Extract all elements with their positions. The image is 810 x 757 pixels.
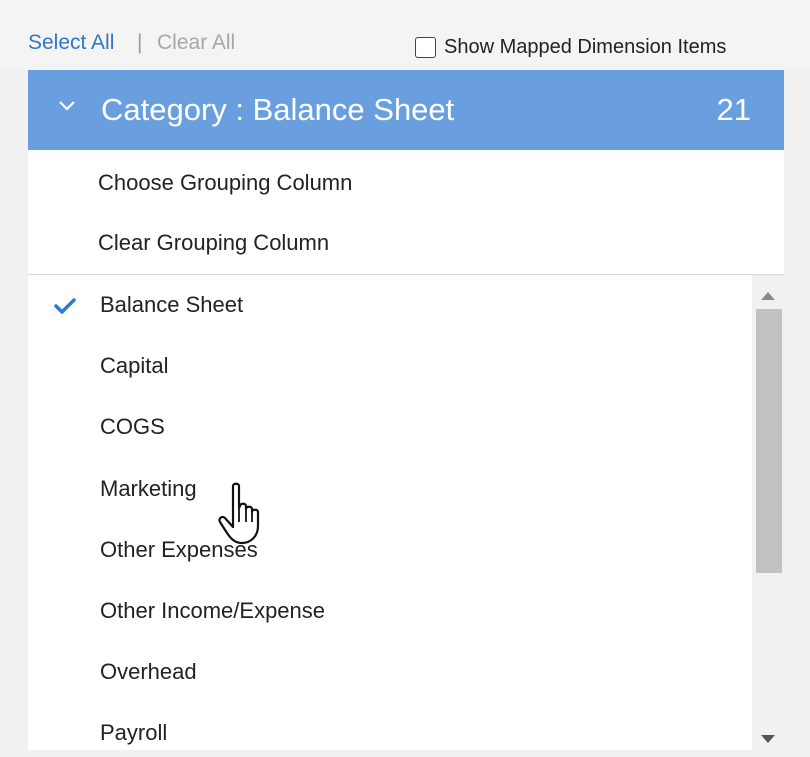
- list-item[interactable]: Other Expenses: [28, 520, 752, 581]
- list-item[interactable]: Overhead: [28, 642, 752, 703]
- grouping-menu: Choose Grouping Column Clear Grouping Co…: [28, 150, 784, 275]
- list-item-label: Payroll: [100, 720, 168, 745]
- chevron-down-icon[interactable]: [58, 99, 76, 117]
- toolbar: Select All | Clear All Show Mapped Dimen…: [0, 0, 810, 70]
- list-item[interactable]: Balance Sheet: [28, 275, 752, 336]
- clear-all-link[interactable]: Clear All: [157, 31, 235, 55]
- list-scrollbar[interactable]: [752, 275, 784, 750]
- clear-grouping-column[interactable]: Clear Grouping Column: [98, 230, 329, 256]
- show-mapped-label: Show Mapped Dimension Items: [444, 36, 727, 58]
- select-all-link[interactable]: Select All: [28, 31, 114, 55]
- scroll-up-arrow-icon[interactable]: [761, 287, 775, 305]
- category-group-header[interactable]: Category : Balance Sheet 21: [28, 70, 784, 150]
- list-item[interactable]: Payroll: [28, 703, 752, 750]
- group-title: Category : Balance Sheet: [101, 92, 455, 127]
- list-item-label: Capital: [100, 353, 169, 378]
- list-item-label: Other Income/Expense: [100, 598, 326, 623]
- hand-pointer-cursor-icon: [218, 482, 272, 551]
- list-item[interactable]: Marketing: [28, 459, 752, 520]
- list-item[interactable]: Capital: [28, 336, 752, 397]
- scroll-down-arrow-icon[interactable]: [761, 730, 775, 748]
- show-mapped-toggle[interactable]: Show Mapped Dimension Items: [415, 36, 726, 59]
- dimension-item-list: Balance Sheet Capital COGS Marketing Oth…: [28, 275, 752, 750]
- list-item-label: Marketing: [100, 476, 197, 501]
- list-item-label: Overhead: [100, 659, 197, 684]
- choose-grouping-column[interactable]: Choose Grouping Column: [98, 170, 352, 196]
- group-count: 21: [716, 92, 751, 127]
- list-item[interactable]: Other Income/Expense: [28, 581, 752, 642]
- link-separator: |: [137, 31, 143, 54]
- list-item-label: COGS: [100, 414, 165, 439]
- checkmark-icon: [54, 297, 76, 320]
- list-item[interactable]: COGS: [28, 397, 752, 458]
- show-mapped-checkbox[interactable]: [415, 37, 436, 58]
- list-item-label: Balance Sheet: [100, 292, 244, 317]
- scrollbar-thumb[interactable]: [756, 309, 782, 573]
